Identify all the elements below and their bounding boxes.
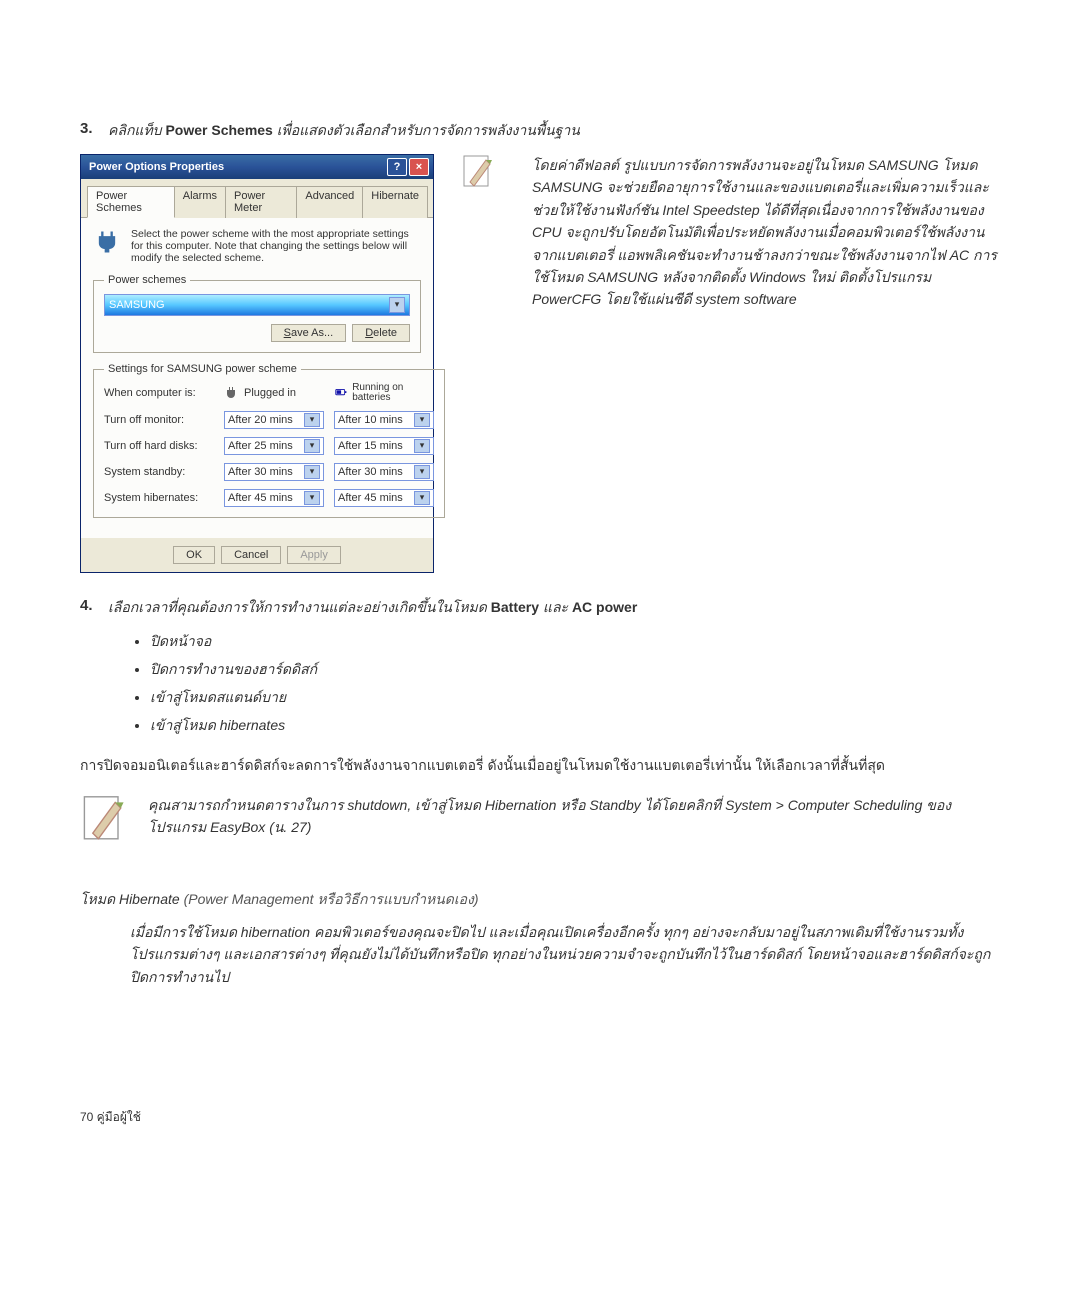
save-as-button[interactable]: SSave As...ave As... bbox=[271, 324, 347, 342]
tab-hibernate[interactable]: Hibernate bbox=[362, 186, 428, 218]
settings-legend: Settings for SAMSUNG power scheme bbox=[104, 363, 301, 375]
step-3: 3. คลิกแท็บ Power Schemes เพื่อแสดงตัวเล… bbox=[80, 120, 1000, 142]
chevron-down-icon: ▾ bbox=[304, 413, 320, 427]
turn-off-monitor-label: Turn off monitor: bbox=[104, 414, 214, 426]
chevron-down-icon: ▾ bbox=[304, 439, 320, 453]
plugged-in-label: Plugged in bbox=[244, 387, 296, 399]
list-item: ปิดหน้าจอ bbox=[150, 631, 1000, 653]
step-4-b2: AC power bbox=[572, 599, 637, 615]
step-3-text: คลิกแท็บ Power Schemes เพื่อแสดงตัวเลือก… bbox=[108, 120, 580, 142]
step-3-bold: Power Schemes bbox=[165, 122, 272, 138]
list-item: เข้าสู่โหมด hibernates bbox=[150, 715, 1000, 737]
apply-button[interactable]: Apply bbox=[287, 546, 341, 564]
disks-plugged-value: After 25 mins bbox=[228, 440, 293, 452]
standby-plugged-select[interactable]: After 30 mins ▾ bbox=[224, 463, 324, 481]
power-options-dialog: Power Options Properties ? × Power Schem… bbox=[80, 154, 434, 573]
apply-label: Apply bbox=[300, 549, 328, 561]
plug-icon bbox=[224, 385, 240, 401]
scheme-select-value: SAMSUNG bbox=[109, 299, 165, 311]
batteries-header: Running on batteries bbox=[334, 383, 434, 403]
page-footer: 70 คู่มือผู้ใช้ bbox=[80, 1108, 1000, 1127]
monitor-battery-select[interactable]: After 10 mins ▾ bbox=[334, 411, 434, 429]
plugged-in-header: Plugged in bbox=[224, 385, 324, 401]
dialog-tabs: Power Schemes Alarms Power Meter Advance… bbox=[81, 179, 433, 218]
hibernate-plugged-value: After 45 mins bbox=[228, 492, 293, 504]
step-4-number: 4. bbox=[80, 597, 108, 614]
bullet-list: ปิดหน้าจอ ปิดการทำงานของฮาร์ดดิสก์ เข้าส… bbox=[150, 631, 1000, 737]
paragraph-monitor-disk: การปิดจอมอนิเตอร์และฮาร์ดดิสก์จะลดการใช้… bbox=[80, 755, 1000, 776]
step-4-pre: เลือกเวลาที่คุณต้องการให้การทำงานแต่ละอย… bbox=[108, 599, 491, 615]
step-3-post: เพื่อแสดงตัวเลือกสำหรับการจัดการพลังงานพ… bbox=[277, 122, 580, 138]
pencil-note-icon bbox=[462, 154, 494, 194]
power-schemes-group: Power schemes SAMSUNG ▾ SSave As...ave A… bbox=[93, 274, 421, 353]
disks-plugged-select[interactable]: After 25 mins ▾ bbox=[224, 437, 324, 455]
step-4-mid: และ bbox=[543, 599, 572, 615]
monitor-plugged-value: After 20 mins bbox=[228, 414, 293, 426]
dialog-titlebar: Power Options Properties ? × bbox=[81, 155, 433, 179]
explanation-text: โดยค่าดีฟอลต์ รูปแบบการจัดการพลังงานจะอย… bbox=[532, 154, 1000, 311]
hibernate-battery-select[interactable]: After 45 mins ▾ bbox=[334, 489, 434, 507]
tab-alarms[interactable]: Alarms bbox=[174, 186, 226, 218]
list-item: ปิดการทำงานของฮาร์ดดิสก์ bbox=[150, 659, 1000, 681]
battery-icon bbox=[334, 385, 348, 401]
monitor-battery-value: After 10 mins bbox=[338, 414, 403, 426]
cancel-button[interactable]: Cancel bbox=[221, 546, 281, 564]
hibernate-battery-value: After 45 mins bbox=[338, 492, 403, 504]
tip-block: คุณสามารถกำหนดตารางในการ shutdown, เข้าส… bbox=[80, 794, 1000, 853]
monitor-plugged-select[interactable]: After 20 mins ▾ bbox=[224, 411, 324, 429]
step-3-number: 3. bbox=[80, 120, 108, 137]
hibernate-plugged-select[interactable]: After 45 mins ▾ bbox=[224, 489, 324, 507]
hibernate-heading: โหมด Hibernate (Power Management หรือวิธ… bbox=[80, 889, 1000, 911]
tab-power-schemes[interactable]: Power Schemes bbox=[87, 186, 175, 218]
tip-text: คุณสามารถกำหนดตารางในการ shutdown, เข้าส… bbox=[148, 794, 1000, 839]
chevron-down-icon: ▾ bbox=[304, 465, 320, 479]
standby-battery-select[interactable]: After 30 mins ▾ bbox=[334, 463, 434, 481]
standby-battery-value: After 30 mins bbox=[338, 466, 403, 478]
standby-label: System standby: bbox=[104, 466, 214, 478]
chevron-down-icon: ▾ bbox=[304, 491, 320, 505]
hibernates-label: System hibernates: bbox=[104, 492, 214, 504]
chevron-down-icon: ▾ bbox=[414, 413, 430, 427]
power-schemes-legend: Power schemes bbox=[104, 274, 190, 286]
chevron-down-icon: ▾ bbox=[414, 491, 430, 505]
standby-plugged-value: After 30 mins bbox=[228, 466, 293, 478]
tab-advanced[interactable]: Advanced bbox=[296, 186, 363, 218]
step-4: 4. เลือกเวลาที่คุณต้องการให้การทำงานแต่ล… bbox=[80, 597, 1000, 619]
disks-battery-select[interactable]: After 15 mins ▾ bbox=[334, 437, 434, 455]
list-item: เข้าสู่โหมดสแตนด์บาย bbox=[150, 687, 1000, 709]
when-computer-is-label: When computer is: bbox=[104, 387, 214, 399]
turn-off-disks-label: Turn off hard disks: bbox=[104, 440, 214, 452]
tab-power-meter[interactable]: Power Meter bbox=[225, 186, 297, 218]
chevron-down-icon: ▾ bbox=[414, 439, 430, 453]
step-4-b1: Battery bbox=[491, 599, 539, 615]
pencil-note-icon bbox=[80, 794, 130, 853]
dialog-description: Select the power scheme with the most ap… bbox=[131, 228, 421, 264]
delete-button[interactable]: Delete bbox=[352, 324, 410, 342]
power-plug-icon bbox=[93, 228, 121, 256]
chevron-down-icon: ▾ bbox=[389, 297, 405, 313]
batteries-label: Running on batteries bbox=[352, 383, 434, 403]
ok-button[interactable]: OK bbox=[173, 546, 215, 564]
close-button[interactable]: × bbox=[409, 158, 429, 176]
step-4-text: เลือกเวลาที่คุณต้องการให้การทำงานแต่ละอย… bbox=[108, 597, 637, 619]
step-3-pre: คลิกแท็บ bbox=[108, 122, 165, 138]
hibernate-description: เมื่อมีการใช้โหมด hibernation คอมพิวเตอร… bbox=[130, 921, 1000, 988]
scheme-select[interactable]: SAMSUNG ▾ bbox=[104, 294, 410, 316]
help-button[interactable]: ? bbox=[387, 158, 407, 176]
dialog-title: Power Options Properties bbox=[89, 161, 224, 173]
disks-battery-value: After 15 mins bbox=[338, 440, 403, 452]
chevron-down-icon: ▾ bbox=[414, 465, 430, 479]
settings-group: Settings for SAMSUNG power scheme When c… bbox=[93, 363, 445, 518]
